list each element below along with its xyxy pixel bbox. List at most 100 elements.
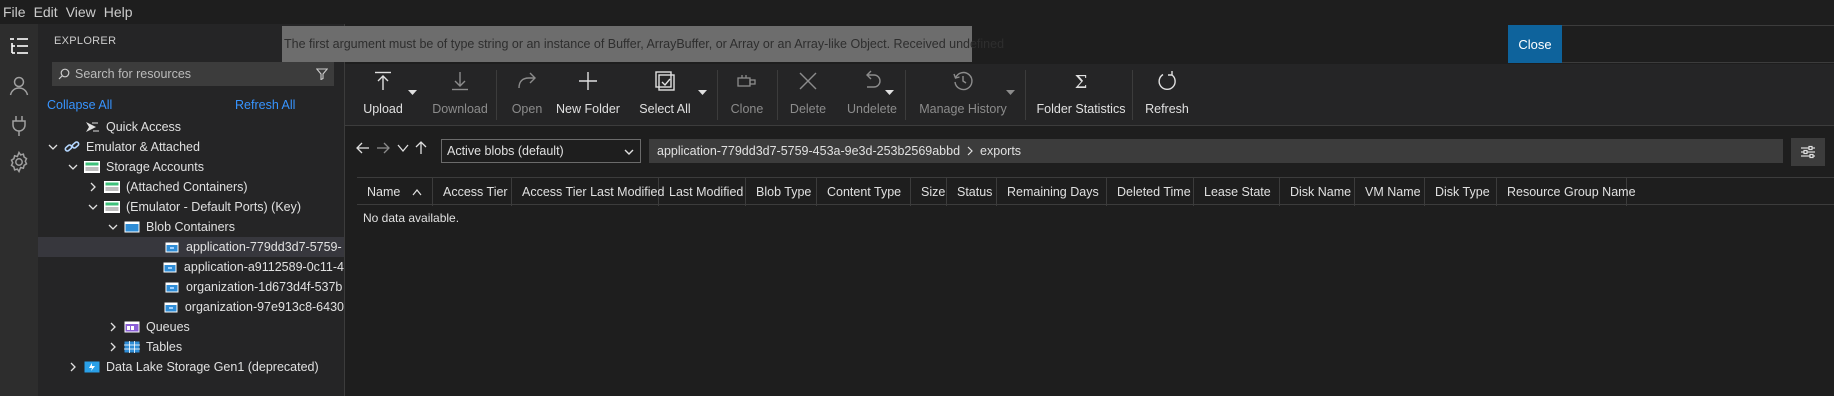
column-header[interactable]: Deleted Time [1107, 178, 1194, 206]
column-header[interactable]: Resource Group Name [1497, 178, 1636, 206]
chevron-right-icon[interactable] [66, 360, 80, 374]
upload-button[interactable]: Upload [361, 64, 405, 126]
sigma-icon: Σ [1070, 64, 1092, 96]
tree-item[interactable]: (Emulator - Default Ports) (Key) [38, 197, 344, 217]
delete-button[interactable]: Delete [786, 64, 830, 126]
blob-containers-icon [124, 220, 140, 234]
column-header[interactable]: Status [947, 178, 997, 206]
resource-search-box[interactable] [52, 62, 334, 86]
chevron-down-icon[interactable] [395, 140, 411, 156]
up-arrow-icon[interactable] [413, 140, 429, 156]
column-header[interactable]: Access Tier Last Modified [512, 178, 664, 206]
toolbar-separator [777, 70, 778, 120]
tree-item[interactable]: Blob Containers [38, 217, 344, 237]
refresh-button[interactable]: Refresh [1140, 64, 1194, 126]
chevron-right-icon[interactable] [106, 320, 120, 334]
search-icon [53, 68, 75, 80]
tree-item[interactable]: Tables [38, 337, 344, 357]
toolbar: Upload Download Open New Folder Select A… [345, 64, 1834, 126]
breadcrumb-container[interactable]: application-779dd3d7-5759-453a-9e3d-253b… [657, 144, 960, 158]
tree-item-label: application-a9112589-0c11-4 [183, 260, 344, 274]
select-all-icon [654, 64, 676, 96]
tables-icon [124, 340, 140, 354]
chevron-down-icon[interactable] [66, 160, 80, 174]
column-header[interactable]: Name [357, 178, 433, 206]
breadcrumb[interactable]: application-779dd3d7-5759-453a-9e3d-253b… [649, 139, 1783, 163]
chevron-down-icon[interactable] [106, 220, 120, 234]
tree-item[interactable]: application-779dd3d7-5759- [38, 237, 344, 257]
tree-item-label: application-779dd3d7-5759- [186, 240, 342, 254]
container-icon [164, 240, 180, 254]
chevron-right-icon[interactable] [86, 180, 100, 194]
forward-arrow-icon[interactable] [375, 140, 391, 156]
settings-gear-icon[interactable] [5, 148, 33, 176]
menu-view[interactable]: View [63, 4, 101, 20]
column-header[interactable]: Content Type [817, 178, 911, 206]
column-header[interactable]: Blob Type [746, 178, 817, 206]
search-input[interactable] [75, 67, 311, 81]
collapse-all-link[interactable]: Collapse All [47, 98, 112, 112]
download-button[interactable]: Download [432, 64, 488, 126]
container-icon [163, 260, 178, 274]
column-header[interactable]: Size [911, 178, 947, 206]
column-header[interactable]: Disk Name [1280, 178, 1355, 206]
tree-item[interactable]: Queues [38, 317, 344, 337]
tree-item[interactable]: Quick Access [38, 117, 344, 137]
account-icon[interactable] [5, 72, 33, 100]
chevron-down-icon[interactable] [86, 200, 100, 214]
address-bar: Active blobs (default) application-779dd… [345, 126, 1834, 174]
menu-edit[interactable]: Edit [31, 4, 63, 20]
storage-account-icon [104, 180, 120, 194]
data-lake-icon [84, 360, 100, 374]
refresh-all-link[interactable]: Refresh All [235, 98, 295, 112]
back-arrow-icon[interactable] [355, 140, 371, 156]
clone-button[interactable]: Clone [725, 64, 769, 126]
tree-item[interactable]: organization-1d673d4f-537b [38, 277, 344, 297]
breadcrumb-folder[interactable]: exports [980, 144, 1021, 158]
tree-item-label: Tables [146, 340, 183, 354]
blob-view-select[interactable]: Active blobs (default) [441, 139, 641, 163]
new-folder-label: New Folder [556, 102, 620, 116]
manage-history-button[interactable]: Manage History [913, 64, 1013, 126]
menu-help[interactable]: Help [101, 4, 138, 20]
select-all-dropdown-caret-icon[interactable] [697, 88, 707, 98]
column-header-label: Size [921, 185, 946, 199]
column-header[interactable]: Disk Type [1425, 178, 1497, 206]
filter-icon[interactable] [311, 68, 333, 80]
column-header[interactable]: Remaining Days [997, 178, 1107, 206]
tree-item[interactable]: Data Lake Storage Gen1 (deprecated) [38, 357, 344, 377]
column-header[interactable]: Access Tier [433, 178, 512, 206]
column-options-button[interactable] [1791, 138, 1825, 166]
undelete-dropdown-caret-icon[interactable] [884, 88, 894, 98]
download-icon [449, 64, 471, 96]
tree-item[interactable]: (Attached Containers) [38, 177, 344, 197]
column-header[interactable]: Last Modified [659, 178, 746, 206]
close-button[interactable]: Close [1508, 25, 1562, 63]
column-header-label: Name [367, 185, 401, 199]
tree-item[interactable]: Emulator & Attached [38, 137, 344, 157]
manage-history-dropdown-caret-icon[interactable] [1005, 88, 1015, 98]
new-folder-button[interactable]: New Folder [553, 64, 623, 126]
tree-item-label: organization-97e913c8-6430 [184, 300, 344, 314]
column-header[interactable]: VM Name [1355, 178, 1425, 206]
menu-file[interactable]: File [0, 4, 31, 20]
explorer-list-icon[interactable] [5, 32, 33, 60]
resource-tree: Quick Access Emulator & Attached Storage A… [38, 117, 344, 377]
folder-statistics-button[interactable]: Σ Folder Statistics [1033, 64, 1129, 126]
tree-item[interactable]: organization-97e913c8-6430 [38, 297, 344, 317]
clone-label: Clone [730, 102, 764, 116]
tree-item[interactable]: application-a9112589-0c11-4 [38, 257, 344, 277]
plug-icon[interactable] [5, 112, 33, 140]
tree-item[interactable]: Storage Accounts [38, 157, 344, 177]
select-all-button[interactable]: Select All [633, 64, 697, 126]
chevron-right-icon[interactable] [106, 340, 120, 354]
column-header-label: Access Tier [443, 185, 508, 199]
toolbar-separator [1025, 70, 1026, 120]
upload-dropdown-caret-icon[interactable] [407, 88, 417, 98]
menu-bar: File Edit View Help [0, 0, 1834, 24]
column-header[interactable]: Lease State [1194, 178, 1280, 206]
open-button[interactable]: Open [505, 64, 549, 126]
chevron-down-icon[interactable] [46, 140, 60, 154]
